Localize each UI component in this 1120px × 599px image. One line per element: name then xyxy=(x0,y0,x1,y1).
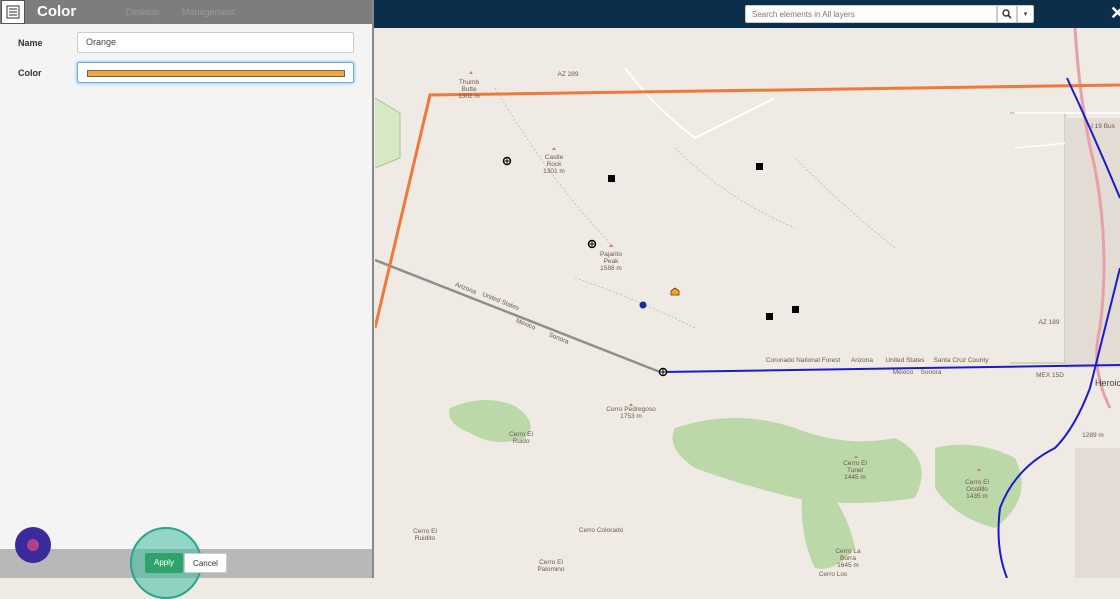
color-swatch xyxy=(87,70,345,77)
map-label: Sonora xyxy=(921,369,942,376)
map-label: Coronado National Forest xyxy=(766,357,841,364)
map-label: Ruidito xyxy=(415,535,436,542)
map-label: Rock xyxy=(547,161,563,168)
map-label: Palomino xyxy=(537,566,564,573)
close-icon[interactable]: ✕ xyxy=(1110,4,1120,22)
map-label: United States xyxy=(885,357,925,364)
map-label: Cerro El xyxy=(413,528,437,535)
map-label: Butte xyxy=(461,86,477,93)
map-label: MEX 15D xyxy=(1036,372,1064,379)
search-button[interactable] xyxy=(997,5,1017,23)
map-label: Ruido xyxy=(513,438,530,445)
color-label: Color xyxy=(18,68,42,78)
map-label: Thumb xyxy=(459,79,480,86)
map-label: 1289 m xyxy=(1082,432,1104,439)
map-label: AZ 189 xyxy=(1039,319,1060,326)
map-label: Burra xyxy=(840,555,856,562)
map-label: Cerro Pedregoso xyxy=(606,406,656,413)
search-input[interactable]: Search elements in All layers xyxy=(745,5,997,23)
map-label: 1753 m xyxy=(620,413,642,420)
search-icon xyxy=(1002,9,1012,19)
map-label: Arizona xyxy=(851,357,873,364)
search-dropdown-button[interactable]: ▾ xyxy=(1017,5,1034,23)
list-icon[interactable] xyxy=(1,0,25,24)
map-label: 1302 m xyxy=(458,93,480,100)
map-label: Castle xyxy=(545,154,564,161)
cancel-button[interactable]: Cancel xyxy=(184,553,227,573)
map-label: I 19 Bus xyxy=(1091,123,1116,130)
map-label: México xyxy=(893,369,914,376)
map-label: 1645 m xyxy=(837,562,859,569)
map-label: Cerro La xyxy=(835,548,861,555)
map-label: 1445 m xyxy=(844,474,866,481)
panel-header: Color Desktop Management xyxy=(0,0,372,24)
map-label: Santa Cruz County xyxy=(934,357,990,364)
map-canvas[interactable]: AZ 289 Thumb Butte 1302 m Castle Rock 13… xyxy=(373,27,1120,579)
name-label: Name xyxy=(18,38,43,48)
map-label: AZ 289 xyxy=(558,71,579,78)
map-label: Cerro El xyxy=(509,431,533,438)
name-field[interactable]: Orange xyxy=(77,32,354,53)
map-label: Cerro El xyxy=(965,479,989,486)
map-label: Pajarito xyxy=(600,251,622,258)
ghost-tab: Management xyxy=(182,7,235,17)
map-label: Cerro Los xyxy=(819,571,848,578)
floating-action-button[interactable] xyxy=(15,527,51,563)
map-label: 1588 m xyxy=(600,265,622,272)
map-label: Peak xyxy=(604,258,620,265)
color-editor-panel: Color Desktop Management Name Orange Col… xyxy=(0,0,374,578)
apply-button[interactable]: Apply xyxy=(145,553,183,573)
map-label: 1301 m xyxy=(543,168,565,175)
map-label: Heroic xyxy=(1095,378,1120,388)
panel-title: Color xyxy=(37,3,77,20)
map-label: Ocotillo xyxy=(966,486,988,493)
map-label: Cerro Colorado xyxy=(579,527,624,534)
ghost-tab: Desktop xyxy=(126,7,160,17)
color-picker-field[interactable] xyxy=(77,62,354,83)
map-label: 1435 m xyxy=(966,493,988,500)
map-label: Cerro El xyxy=(539,559,563,566)
map-label: Cerro El xyxy=(843,460,867,467)
map-label: Tunel xyxy=(847,467,864,474)
record-icon xyxy=(27,539,39,551)
